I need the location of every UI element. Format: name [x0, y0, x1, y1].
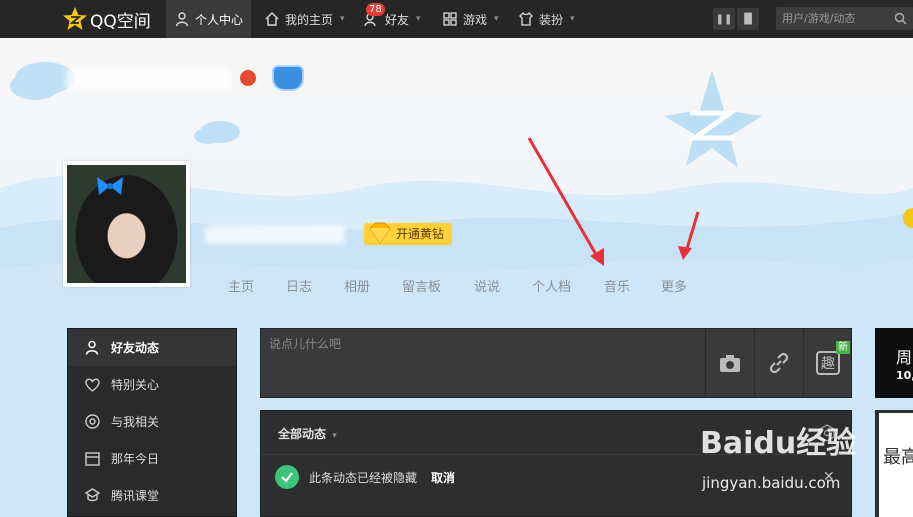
date-text: 10,	[896, 369, 913, 382]
photo-button[interactable]	[705, 329, 754, 397]
check-icon	[275, 465, 299, 489]
yellow-diamond-icon	[369, 222, 391, 244]
baidu-watermark-url: jingyan.baidu.com	[702, 474, 841, 492]
tab-home[interactable]: 主页	[228, 276, 254, 295]
left-sidebar: 好友动态 特别关心 与我相关 那年今日 腾讯课堂	[67, 328, 237, 517]
right-card-text: 最高	[883, 447, 913, 468]
logo-text: QQ空间	[90, 11, 151, 32]
annotation-arrows	[527, 137, 700, 266]
right-card: 最高	[875, 410, 913, 517]
baidu-watermark: Baidu经验	[700, 426, 857, 461]
nav-personal-center[interactable]: 个人中心	[166, 0, 252, 38]
sidebar-item-label: 那年今日	[111, 452, 160, 466]
sidebar-item-tencent-class[interactable]: 腾讯课堂	[68, 477, 236, 514]
tab-album[interactable]: 相册	[344, 276, 370, 295]
qzone-star-icon	[63, 7, 87, 30]
sidebar-item-label: 特别关心	[111, 378, 160, 392]
sidebar-item-special-care[interactable]: 特别关心	[68, 366, 236, 403]
bar-chart-icon[interactable]: ▐▌	[737, 8, 759, 30]
feed-filter-dropdown[interactable]: 全部动态 ▾	[278, 425, 337, 442]
hidden-notice: 此条动态已经被隐藏 取消	[275, 465, 455, 489]
tab-message-board[interactable]: 留言板	[402, 276, 441, 295]
undo-hide-link[interactable]: 取消	[431, 469, 455, 486]
tab-more[interactable]: 更多	[661, 276, 687, 295]
tab-shuoshuo[interactable]: 说说	[474, 276, 500, 295]
shirt-icon	[519, 11, 533, 26]
nav-games[interactable]: 游戏 ▾	[434, 0, 507, 38]
new-badge: 新	[836, 341, 850, 354]
pause-icon[interactable]: ❚❚	[713, 8, 735, 30]
home-icon	[265, 12, 279, 26]
avatar-image	[67, 165, 186, 283]
link-button[interactable]	[754, 329, 803, 397]
nav-label: 游戏	[463, 12, 488, 27]
blurred-username	[205, 226, 345, 244]
qzone-logo[interactable]: QQ空间	[62, 6, 151, 32]
blurred-nickname	[66, 68, 231, 90]
notice-text: 此条动态已经被隐藏	[309, 470, 418, 485]
person-icon	[85, 340, 99, 355]
vip-label: 开通黄钻	[396, 227, 445, 241]
weekday-text: 周	[896, 348, 913, 367]
nav-label: 好友	[385, 12, 410, 27]
heart-icon	[85, 378, 100, 392]
tab-music[interactable]: 音乐	[604, 276, 630, 295]
chevron-down-icon: ▾	[494, 14, 499, 24]
feed-title-label: 全部动态	[278, 427, 327, 441]
link-icon	[769, 352, 789, 374]
grid-icon	[443, 12, 457, 26]
open-vip-button[interactable]: 开通黄钻	[364, 222, 453, 245]
person-icon	[175, 12, 189, 27]
right-card-body: 最高	[879, 413, 913, 517]
status-composer: 新 趣	[260, 328, 852, 398]
tab-profile[interactable]: 个人档	[532, 276, 571, 295]
nav-label: 个人中心	[195, 12, 244, 27]
camera-icon	[720, 355, 740, 372]
sidebar-item-label: 好友动态	[111, 341, 160, 355]
search-box	[776, 7, 913, 30]
search-input[interactable]	[782, 10, 892, 27]
status-input[interactable]	[261, 329, 705, 397]
fun-icon: 趣	[816, 351, 840, 375]
calendar-icon	[85, 452, 100, 466]
level-badge-icon	[272, 65, 304, 91]
class-icon	[84, 488, 101, 502]
chevron-down-icon: ▾	[416, 14, 421, 24]
at-icon	[85, 414, 100, 429]
chevron-down-icon: ▾	[332, 431, 337, 441]
avatar[interactable]	[63, 161, 190, 287]
chevron-down-icon: ▾	[570, 14, 575, 24]
hair-bow-icon	[97, 177, 123, 195]
tab-blog[interactable]: 日志	[286, 276, 312, 295]
sidebar-item-this-day[interactable]: 那年今日	[68, 440, 236, 477]
top-navigation-bar: QQ空间 个人中心 我的主页 ▾ 78 好友 ▾ 游戏 ▾ 装扮 ▾ ❚❚ ▐▌	[0, 0, 913, 38]
date-widget: 周 10,	[875, 328, 913, 398]
sidebar-item-related-to-me[interactable]: 与我相关	[68, 403, 236, 440]
nav-label: 我的主页	[285, 12, 334, 27]
sidebar-item-label: 腾讯课堂	[111, 489, 160, 503]
nav-my-homepage[interactable]: 我的主页 ▾	[256, 0, 353, 38]
nav-dressup[interactable]: 装扮 ▾	[510, 0, 583, 38]
search-icon[interactable]	[894, 12, 907, 25]
nav-friends[interactable]: 78 好友 ▾	[356, 0, 429, 38]
friends-badge: 78	[366, 3, 385, 16]
chevron-down-icon: ▾	[340, 14, 345, 24]
fruit-icon	[240, 70, 256, 86]
sidebar-item-label: 与我相关	[111, 415, 160, 429]
fun-button[interactable]: 新 趣	[803, 329, 852, 397]
nav-label: 装扮	[539, 12, 564, 27]
sidebar-item-friend-feed[interactable]: 好友动态	[68, 329, 236, 366]
